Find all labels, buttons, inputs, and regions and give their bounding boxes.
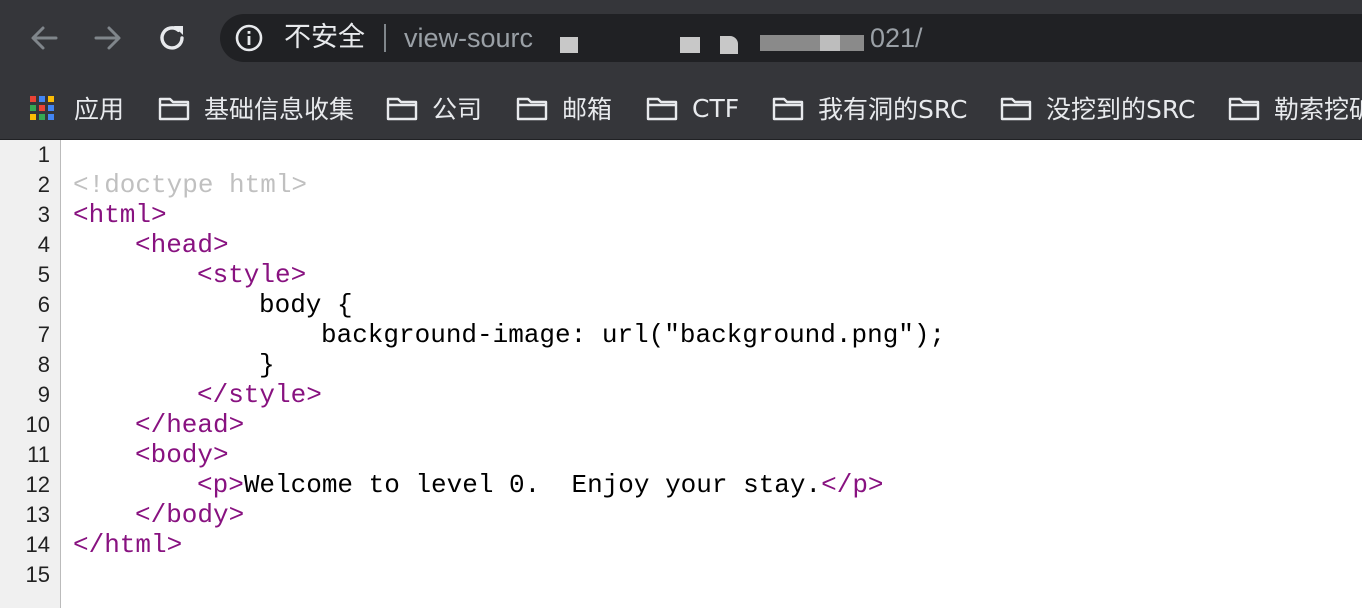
url-redaction (840, 35, 864, 51)
code-css-declaration: background-image: url("background.png"); (321, 320, 946, 350)
url-redaction (680, 37, 700, 53)
back-button[interactable] (24, 18, 64, 58)
info-icon (235, 24, 263, 52)
bookmark-label: 我有洞的SRC (818, 95, 968, 124)
folder-icon (386, 97, 418, 121)
code-html-close-tag: </html> (73, 530, 183, 560)
code-p-open-tag: <p> (197, 470, 244, 500)
code-body-open-tag: <body> (135, 440, 229, 470)
security-status-label: 不安全 (284, 22, 365, 53)
url-text-suffix: 021/ (870, 23, 923, 53)
bookmarks-bar: 应用 基础信息收集 公司 邮箱 CTF 我有洞的SRC 没挖到的SRC 勒索挖矿 (0, 76, 1362, 140)
code-css-close-brace: } (259, 350, 275, 380)
code-paragraph-line: <p>Welcome to level 0. Enjoy your stay.<… (197, 470, 884, 500)
line-number: 9 (37, 382, 50, 407)
bookmark-folder-src-not-found[interactable]: 没挖到的SRC (1000, 84, 1195, 132)
line-number: 11 (27, 442, 50, 467)
bookmark-label: 邮箱 (562, 95, 613, 124)
bookmark-label: 基础信息收集 (204, 95, 355, 124)
url-redaction (560, 37, 578, 53)
code-head-open-tag: <head> (135, 230, 229, 260)
folder-icon (1000, 97, 1032, 121)
line-number: 5 (37, 262, 50, 287)
line-number: 3 (37, 202, 50, 227)
reload-button[interactable] (152, 18, 192, 58)
site-info-button[interactable] (234, 23, 264, 53)
code-head-close-tag: </head> (135, 410, 245, 440)
folder-icon (158, 97, 190, 121)
folder-icon (646, 97, 678, 121)
reload-icon (160, 26, 184, 50)
bookmark-folder-mailbox[interactable]: 邮箱 (516, 84, 612, 132)
forward-button[interactable] (88, 18, 128, 58)
address-bar[interactable]: 不安全 view-sourc 021/ (220, 14, 1362, 62)
line-number: 15 (25, 562, 50, 587)
line-number: 4 (37, 232, 50, 257)
line-number-gutter: 1 2 3 4 5 6 7 8 9 10 11 12 13 14 15 (0, 140, 61, 608)
bookmark-label: 应用 (74, 95, 125, 124)
url-redaction (720, 36, 738, 54)
code-style-close-tag: </style> (197, 380, 322, 410)
line-number: 14 (25, 532, 50, 557)
code-p-close-tag: </p> (821, 470, 884, 500)
arrow-left-icon (31, 26, 58, 50)
omnibox-divider (384, 24, 386, 52)
folder-icon (772, 97, 804, 121)
bookmark-folder-ctf[interactable]: CTF (646, 84, 739, 132)
line-number: 7 (37, 322, 50, 347)
bookmark-apps[interactable]: 应用 (30, 84, 124, 132)
line-number: 12 (25, 472, 50, 497)
bookmark-label: 公司 (432, 95, 483, 124)
bookmark-label: 勒索挖矿 (1274, 95, 1362, 124)
bookmark-label: 没挖到的SRC (1046, 95, 1196, 124)
view-source-panel: 1 2 3 4 5 6 7 8 9 10 11 12 13 14 15 <!do… (0, 140, 1362, 608)
browser-toolbar: 不安全 view-sourc 021/ (0, 0, 1362, 76)
bookmark-folder-ransomware[interactable]: 勒索挖矿 (1228, 84, 1362, 132)
arrow-right-icon (94, 26, 121, 50)
line-number: 1 (37, 142, 50, 167)
bookmark-folder-company[interactable]: 公司 (386, 84, 482, 132)
code-style-open-tag: <style> (197, 260, 307, 290)
folder-icon (1228, 97, 1260, 121)
line-number: 6 (37, 292, 50, 317)
url-redaction (820, 35, 840, 51)
url-redaction (760, 35, 820, 51)
line-number: 8 (37, 352, 50, 377)
bookmark-folder-basic-info[interactable]: 基础信息收集 (158, 84, 354, 132)
code-css-selector: body { (259, 290, 353, 320)
code-paragraph-text: Welcome to level 0. Enjoy your stay. (243, 470, 822, 500)
line-number: 10 (25, 412, 50, 437)
code-html-open-tag: <html> (73, 200, 167, 230)
line-number: 2 (37, 172, 50, 197)
folder-icon (516, 97, 548, 121)
code-body-close-tag: </body> (135, 500, 245, 530)
code-doctype: <!doctype html> (73, 170, 308, 200)
url-text-prefix: view-sourc (404, 23, 534, 53)
bookmark-folder-src-found[interactable]: 我有洞的SRC (772, 84, 967, 132)
bookmark-label: CTF (692, 93, 740, 123)
apps-grid-icon (30, 96, 54, 120)
line-number: 13 (25, 502, 50, 527)
